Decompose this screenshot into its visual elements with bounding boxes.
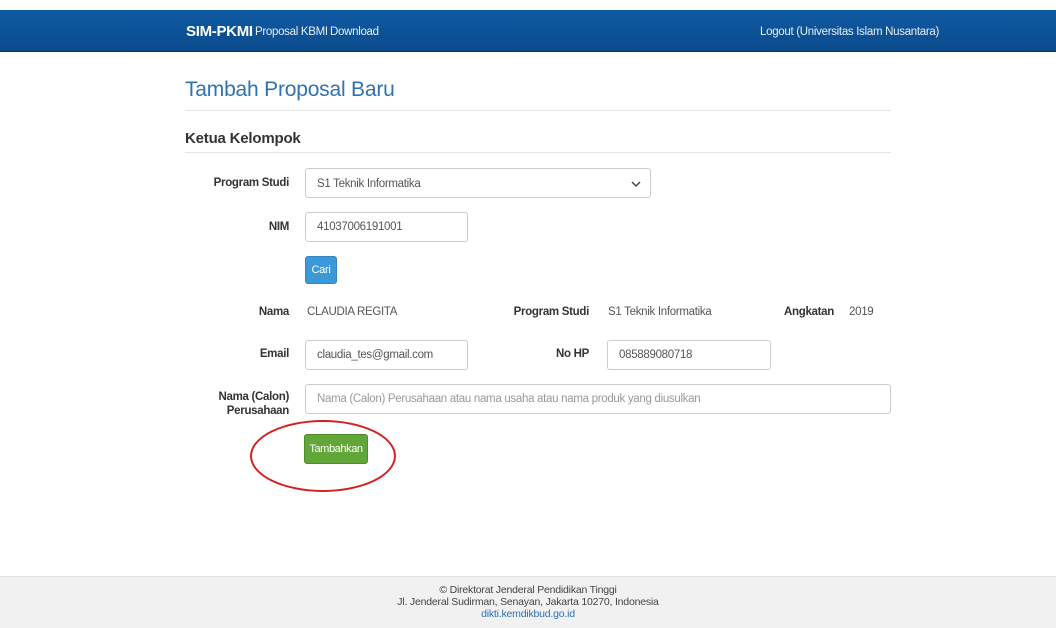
angkatan-label: Angkatan	[784, 306, 834, 318]
search-button[interactable]: Cari	[305, 256, 337, 284]
email-field[interactable]	[305, 340, 468, 370]
highlight-circle	[250, 420, 396, 492]
nim-input[interactable]	[305, 212, 468, 242]
footer-copyright: © Direktorat Jenderal Pendidikan Tinggi	[439, 584, 617, 596]
program-studi-select[interactable]: S1 Teknik Informatika	[305, 168, 651, 198]
nama-label: Nama	[258, 306, 289, 318]
email-label: Email	[259, 348, 289, 360]
top-navbar: SIM-PKMI Proposal KBMI Download Logout (…	[0, 10, 1056, 52]
nav-download[interactable]: Download	[330, 26, 379, 38]
footer-address: Jl. Jenderal Sudirman, Senayan, Jakarta …	[397, 596, 659, 608]
perusahaan-label-line1: Nama (Calon)	[218, 391, 289, 403]
nama-value: CLAUDIA REGITA	[307, 306, 398, 318]
company-name-input[interactable]	[305, 384, 891, 414]
page-title: Tambah Proposal Baru	[185, 78, 395, 101]
section-divider	[185, 152, 891, 153]
phone-field[interactable]	[607, 340, 771, 370]
logout-link[interactable]: Logout (Universitas Islam Nusantara)	[760, 26, 939, 38]
prodi-value: S1 Teknik Informatika	[608, 306, 712, 318]
program-studi-label: Program Studi	[213, 177, 290, 189]
footer: © Direktorat Jenderal Pendidikan Tinggi …	[0, 576, 1056, 628]
title-divider	[185, 110, 891, 111]
chevron-down-icon	[631, 181, 641, 188]
brand-logo[interactable]: SIM-PKMI	[186, 23, 253, 40]
footer-link[interactable]: dikti.kemdikbud.go.id	[481, 608, 575, 620]
perusahaan-label: Nama (Calon) Perusahaan	[200, 390, 289, 418]
nim-label: NIM	[268, 221, 289, 233]
nav-proposal-kbmi[interactable]: Proposal KBMI	[255, 26, 328, 38]
nohp-label: No HP	[555, 348, 589, 360]
angkatan-value: 2019	[849, 306, 874, 318]
program-studi-selected: S1 Teknik Informatika	[317, 178, 421, 190]
section-title: Ketua Kelompok	[185, 130, 301, 147]
prodi-label: Program Studi	[513, 306, 590, 318]
perusahaan-label-line2: Perusahaan	[226, 405, 290, 417]
